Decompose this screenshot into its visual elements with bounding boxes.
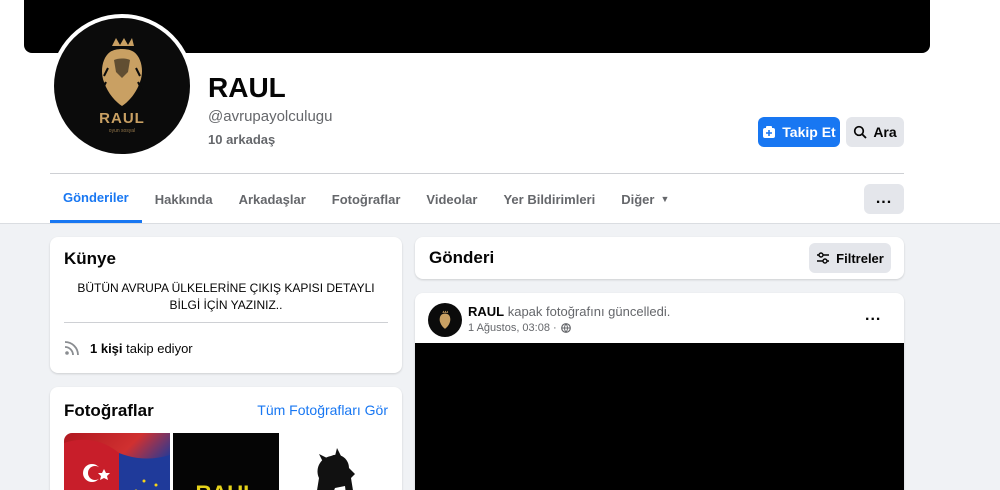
photos-title: Fotoğraflar — [64, 401, 154, 420]
tab-label: Videolar — [426, 191, 478, 207]
tab-label: Hakkında — [154, 191, 213, 207]
photo-thumbnail[interactable] — [282, 433, 388, 490]
posts-title: Gönderi — [429, 248, 495, 267]
intro-bio: BÜTÜN AVRUPA ÜLKELERİNE ÇIKIŞ KAPISI DET… — [77, 281, 375, 312]
flag-image-icon — [64, 439, 170, 490]
caret-down-icon: ▼ — [660, 194, 670, 204]
posts-header-card: Gönderi Filtreler — [415, 237, 904, 279]
filters-button[interactable]: Filtreler — [809, 243, 891, 273]
intro-title: Künye — [64, 249, 116, 268]
intro-card: Künye BÜTÜN AVRUPA ÜLKELERİNE ÇIKIŞ KAPI… — [50, 237, 402, 373]
follow-icon — [763, 126, 776, 138]
follow-button-label: Takip Et — [782, 124, 836, 140]
photos-card: Fotoğraflar Tüm Fotoğrafları Gör RAUL — [50, 387, 402, 490]
filters-label: Filtreler — [836, 250, 884, 266]
search-icon — [854, 125, 867, 139]
profile-handle: @avrupayolculugu — [208, 108, 333, 125]
post-card: RAUL kapak fotoğrafını güncelledi. 1 Ağu… — [415, 293, 904, 490]
intro-followers: 1 kişi takip ediyor — [64, 340, 193, 356]
lion-icon — [317, 448, 355, 490]
search-button[interactable]: Ara — [846, 117, 904, 147]
more-options-button[interactable]: ... — [864, 184, 904, 214]
tab-friends[interactable]: Arkadaşlar — [226, 175, 319, 223]
avatar-logo-text: RAUL — [99, 110, 145, 127]
avatar-logo: RAUL oyun sosyal — [54, 18, 190, 154]
intro-divider — [64, 322, 388, 323]
followers-text[interactable]: 1 kişi takip ediyor — [90, 341, 193, 356]
post-options-button[interactable]: ... — [865, 307, 881, 325]
search-button-label: Ara — [873, 124, 897, 140]
tab-videos[interactable]: Videolar — [413, 175, 490, 223]
post-timestamp[interactable]: 1 Ağustos, 03:08 · — [468, 322, 571, 334]
photo-thumbnail[interactable]: RAUL — [173, 433, 279, 490]
tab-label: Diğer — [621, 191, 655, 207]
post-author-name[interactable]: RAUL — [468, 304, 504, 319]
avatar-logo-subtext: oyun sosyal — [108, 128, 136, 134]
ellipsis-icon: ... — [875, 190, 893, 207]
tab-label: Arkadaşlar — [238, 191, 306, 207]
sliders-icon — [817, 252, 830, 264]
thumbnail-logo-text: RAUL — [195, 481, 256, 490]
tab-more[interactable]: Diğer ▼ — [608, 175, 682, 223]
tab-label: Fotoğraflar — [331, 191, 401, 207]
post-image[interactable] — [415, 343, 904, 490]
post-author-avatar[interactable] — [428, 303, 462, 337]
rss-icon — [64, 341, 79, 356]
tab-about[interactable]: Hakkında — [142, 175, 226, 223]
profile-avatar[interactable]: RAUL oyun sosyal — [50, 14, 194, 158]
profile-name: RAUL — [208, 72, 286, 103]
profile-friends-count[interactable]: 10 arkadaş — [208, 132, 275, 147]
profile-tabs: Gönderiler Hakkında Arkadaşlar Fotoğrafl… — [50, 175, 682, 223]
photo-thumbnail[interactable] — [64, 433, 170, 490]
followers-count: 1 kişi — [90, 340, 123, 356]
lion-crown-icon — [101, 38, 143, 106]
followers-suffix: takip ediyor — [122, 340, 193, 356]
lion-crown-icon — [439, 310, 451, 329]
post-time-text: 1 Ağustos, 03:08 · — [468, 322, 557, 334]
post-header-line: RAUL kapak fotoğrafını güncelledi. — [468, 304, 670, 319]
post-action-text: kapak fotoğrafını güncelledi. — [504, 304, 671, 319]
tab-posts[interactable]: Gönderiler — [50, 175, 142, 223]
see-all-photos-link[interactable]: Tüm Fotoğrafları Gör — [257, 402, 388, 418]
ellipsis-icon: ... — [865, 307, 882, 324]
tab-label: Yer Bildirimleri — [503, 191, 596, 207]
tab-label: Gönderiler — [63, 190, 129, 205]
follow-button[interactable]: Takip Et — [758, 117, 840, 147]
tab-photos[interactable]: Fotoğraflar — [319, 175, 414, 223]
tab-checkins[interactable]: Yer Bildirimleri — [490, 175, 608, 223]
globe-icon — [560, 323, 571, 333]
header-divider — [50, 173, 904, 174]
